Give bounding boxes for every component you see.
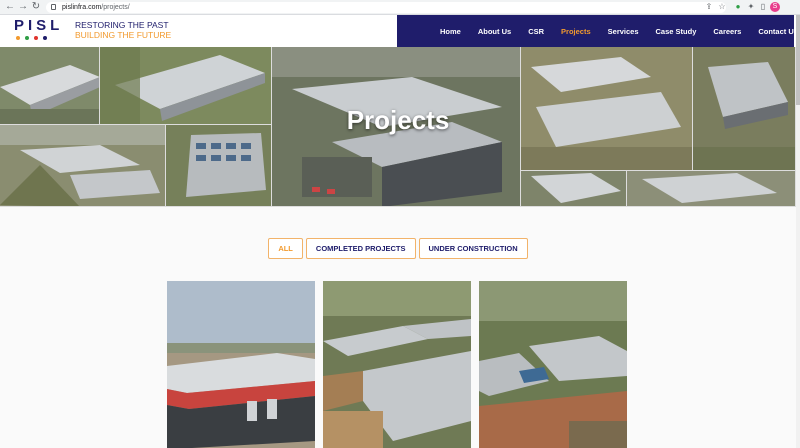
project-card-3[interactable] xyxy=(479,281,627,448)
nav-about-us[interactable]: About Us xyxy=(478,27,511,36)
nav-contact-us[interactable]: Contact Us xyxy=(758,27,798,36)
nav-projects[interactable]: Projects xyxy=(561,27,591,36)
browser-toolbar: ← → ↻ pislinfra.com/projects/ ⇪ ☆ ● ✦ ▯ … xyxy=(0,0,800,15)
puzzle-icon[interactable]: ✦ xyxy=(746,2,756,12)
main-nav: Home About Us CSR Projects Services Case… xyxy=(397,15,798,47)
project-card-2[interactable] xyxy=(323,281,471,448)
lock-icon xyxy=(51,4,56,10)
star-icon[interactable]: ☆ xyxy=(717,2,727,12)
share-icon[interactable]: ⇪ xyxy=(704,2,714,12)
page-scrollbar-thumb[interactable] xyxy=(796,15,800,105)
filter-completed-button[interactable]: COMPLETED PROJECTS xyxy=(305,238,416,259)
project-filters: ALL COMPLETED PROJECTS UNDER CONSTRUCTIO… xyxy=(0,238,796,259)
project-photo-3 xyxy=(479,281,627,448)
tagline-line1: RESTORING THE PAST xyxy=(75,20,169,30)
hero-photo-6 xyxy=(0,125,166,207)
hero-banner: Projects xyxy=(0,47,796,207)
nav-csr[interactable]: CSR xyxy=(528,27,544,36)
profile-avatar[interactable]: S xyxy=(770,2,780,12)
sidebar-icon[interactable]: ▯ xyxy=(758,2,768,12)
hero-title: Projects xyxy=(346,105,450,135)
hero-photo-9 xyxy=(627,171,796,207)
pisl-logo[interactable]: PISL xyxy=(14,18,62,44)
address-bar[interactable]: pislinfra.com/projects/ xyxy=(46,2,726,13)
logo-dots xyxy=(14,36,62,40)
filter-all-button[interactable]: ALL xyxy=(268,238,303,259)
filter-under-construction-button[interactable]: UNDER CONSTRUCTION xyxy=(418,238,528,259)
nav-case-study[interactable]: Case Study xyxy=(656,27,697,36)
nav-services[interactable]: Services xyxy=(608,27,639,36)
nav-home[interactable]: Home xyxy=(440,27,461,36)
back-icon[interactable]: ← xyxy=(4,1,16,13)
nav-careers[interactable]: Careers xyxy=(713,27,741,36)
forward-icon[interactable]: → xyxy=(17,1,29,13)
project-photo-2 xyxy=(323,281,471,448)
reload-icon[interactable]: ↻ xyxy=(30,1,42,13)
tagline-line2: BUILDING THE FUTURE xyxy=(75,30,172,40)
url-text: pislinfra.com/projects/ xyxy=(62,4,130,11)
hero-photo-8 xyxy=(521,171,627,207)
tagline: RESTORING THE PAST BUILDING THE FUTURE xyxy=(75,20,171,40)
site-header: PISL RESTORING THE PAST BUILDING THE FUT… xyxy=(0,15,800,47)
logo-text: PISL xyxy=(14,17,64,34)
project-photo-1 xyxy=(167,281,315,448)
project-card-1[interactable] xyxy=(167,281,315,448)
extension-icon[interactable]: ● xyxy=(733,2,743,12)
hero-photo-7 xyxy=(166,125,272,207)
